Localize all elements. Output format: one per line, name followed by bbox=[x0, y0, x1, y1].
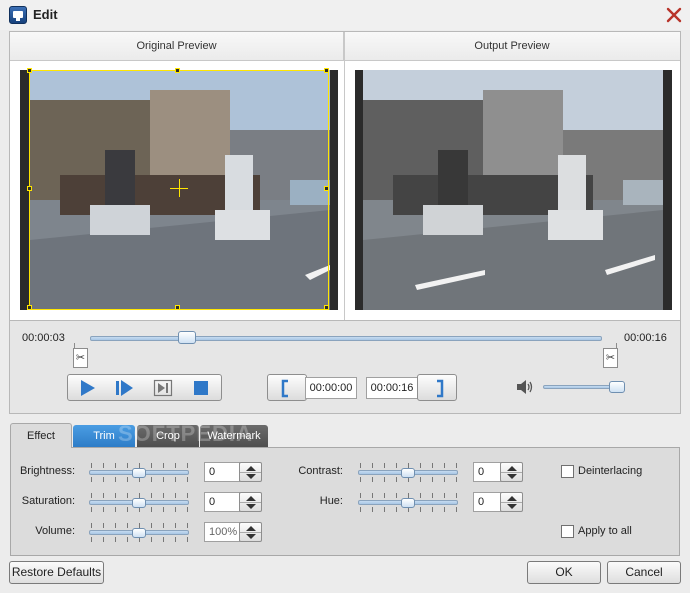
seek-thumb[interactable] bbox=[178, 331, 197, 344]
spinner-divider bbox=[501, 502, 522, 503]
volume-thumb[interactable] bbox=[608, 381, 625, 393]
restore-defaults-button[interactable]: Restore Defaults bbox=[9, 561, 104, 584]
brightness-label: Brightness: bbox=[19, 465, 75, 477]
trim-end-field[interactable]: 00:00:16 bbox=[366, 377, 418, 399]
effect-panel: Brightness: 0 Saturation: 0 Volume: 100%… bbox=[10, 447, 680, 556]
title-bar: Edit bbox=[0, 0, 690, 30]
apply-all-label: Apply to all bbox=[578, 525, 632, 537]
next-frame-icon[interactable] bbox=[153, 379, 173, 397]
video-edit-icon bbox=[9, 6, 27, 24]
crop-handle[interactable] bbox=[27, 186, 32, 191]
play-icon[interactable] bbox=[77, 379, 97, 397]
tab-effect[interactable]: Effect bbox=[10, 423, 72, 448]
tab-trim[interactable]: Trim bbox=[73, 425, 135, 448]
saturation-spinner[interactable] bbox=[239, 492, 262, 512]
crop-handle[interactable] bbox=[324, 68, 329, 73]
volume-spinner[interactable] bbox=[239, 522, 262, 542]
current-time: 00:00:03 bbox=[22, 332, 65, 344]
tab-watermark[interactable]: Watermark bbox=[200, 425, 268, 448]
preview-frame: Original Preview Output Preview bbox=[9, 31, 681, 321]
spinner-divider bbox=[240, 472, 261, 473]
volume-fx-thumb[interactable] bbox=[132, 528, 146, 538]
window-title: Edit bbox=[33, 7, 58, 22]
set-start-button[interactable] bbox=[267, 374, 307, 401]
tab-crop[interactable]: Crop bbox=[137, 425, 199, 448]
brightness-input[interactable]: 0 bbox=[204, 462, 240, 482]
hue-label: Hue: bbox=[319, 495, 343, 507]
pane-divider bbox=[344, 32, 345, 320]
deinterlacing-checkbox[interactable] bbox=[561, 465, 574, 478]
playback-controls bbox=[67, 374, 222, 401]
end-time: 00:00:16 bbox=[624, 332, 667, 344]
crop-handle[interactable] bbox=[27, 305, 32, 310]
crop-handle[interactable] bbox=[175, 68, 180, 73]
crop-handle[interactable] bbox=[324, 305, 329, 310]
brightness-spinner[interactable] bbox=[239, 462, 262, 482]
hue-spinner[interactable] bbox=[500, 492, 523, 512]
crop-handle[interactable] bbox=[175, 305, 180, 310]
spinner-divider bbox=[501, 472, 522, 473]
trim-start-marker[interactable]: ✂ bbox=[73, 343, 88, 368]
crop-handle[interactable] bbox=[27, 68, 32, 73]
saturation-label: Saturation: bbox=[21, 495, 75, 507]
contrast-label: Contrast: bbox=[298, 465, 343, 477]
brightness-thumb[interactable] bbox=[132, 468, 146, 478]
step-forward-icon[interactable] bbox=[114, 379, 134, 397]
contrast-thumb[interactable] bbox=[401, 468, 415, 478]
speaker-icon[interactable] bbox=[516, 379, 534, 395]
set-end-button[interactable] bbox=[417, 374, 457, 401]
spinner-divider bbox=[240, 532, 261, 533]
cancel-button[interactable]: Cancel bbox=[607, 561, 681, 584]
trim-end-marker[interactable]: ✂ bbox=[603, 343, 618, 368]
timeline-panel: 00:00:03 00:00:16 ✂ ✂ 00:00:00 00:00:16 bbox=[9, 321, 681, 414]
saturation-input[interactable]: 0 bbox=[204, 492, 240, 512]
output-video bbox=[355, 70, 672, 310]
ok-button[interactable]: OK bbox=[527, 561, 601, 584]
crosshair-icon bbox=[179, 179, 180, 197]
output-preview-header: Output Preview bbox=[344, 32, 680, 61]
stop-icon[interactable] bbox=[191, 379, 211, 397]
volume-input[interactable]: 100% bbox=[204, 522, 240, 542]
deinterlacing-label: Deinterlacing bbox=[578, 465, 643, 477]
trim-start-field[interactable]: 00:00:00 bbox=[305, 377, 357, 399]
crop-handle[interactable] bbox=[324, 186, 329, 191]
original-preview-header: Original Preview bbox=[10, 32, 344, 61]
apply-all-checkbox[interactable] bbox=[561, 525, 574, 538]
hue-thumb[interactable] bbox=[401, 498, 415, 508]
contrast-spinner[interactable] bbox=[500, 462, 523, 482]
saturation-thumb[interactable] bbox=[132, 498, 146, 508]
close-icon[interactable] bbox=[664, 5, 684, 25]
volume-label: Volume: bbox=[35, 525, 75, 537]
seek-slider[interactable] bbox=[90, 336, 602, 341]
spinner-divider bbox=[240, 502, 261, 503]
